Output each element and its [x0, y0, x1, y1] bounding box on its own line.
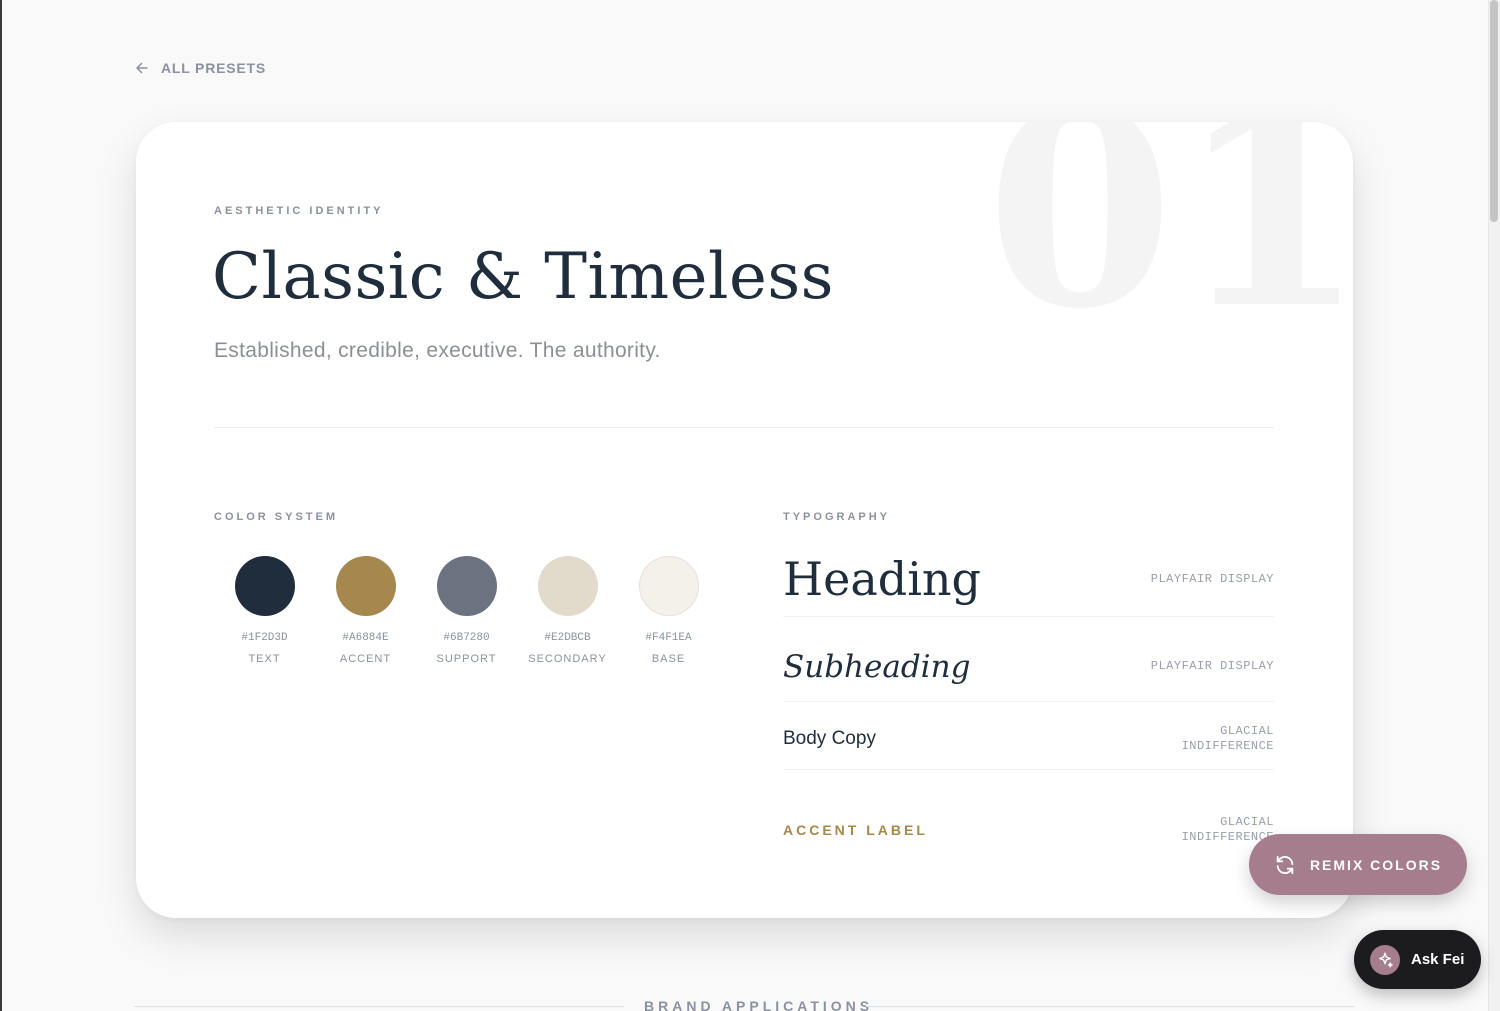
color-system-heading: COLOR SYSTEM [214, 511, 339, 523]
font-name: PLAYFAIR DISPLAY [1150, 571, 1274, 586]
swatch-circle[interactable] [436, 556, 497, 616]
heading-sample: Heading [783, 552, 981, 606]
ask-fei-avatar [1370, 944, 1400, 975]
swatch-base: #F4F1EA BASE [618, 556, 719, 665]
swatch-hex: #6B7280 [443, 632, 490, 644]
swatch-hex: #A6884E [342, 632, 389, 644]
swatch-hex: #1F2D3D [241, 632, 288, 644]
scrollbar-track[interactable] [1488, 0, 1500, 1011]
subheading-sample: Subheading [783, 648, 971, 685]
color-swatches: #1F2D3D TEXT #A6884E ACCENT #6B7280 SUPP… [214, 556, 719, 665]
swatch-circle[interactable] [335, 556, 396, 616]
swatch-circle[interactable] [537, 556, 598, 616]
swatch-circle[interactable] [234, 556, 295, 616]
section-divider-left [134, 1006, 624, 1007]
body-copy-sample: Body Copy [783, 727, 876, 749]
typography-row-heading: Heading PLAYFAIR DISPLAY [783, 542, 1274, 617]
typography-heading: TYPOGRAPHY [783, 511, 891, 523]
typography-row-body: Body Copy GLACIAL INDIFFERENCE [783, 708, 1274, 770]
ask-fei-label: Ask Fei [1411, 951, 1465, 968]
brand-applications-heading: BRAND APPLICATIONS [644, 998, 874, 1011]
window-left-edge [0, 0, 2, 1011]
swatch-role: SUPPORT [436, 653, 497, 665]
swatch-role: ACCENT [339, 653, 392, 665]
swatch-circle[interactable] [638, 556, 699, 616]
card-divider [214, 427, 1274, 428]
sparkle-icon [1379, 952, 1393, 967]
swatch-support: #6B7280 SUPPORT [416, 556, 517, 665]
preset-card: 01 AESTHETIC IDENTITY Classic & Timeless… [136, 122, 1353, 918]
section-divider-right [866, 1006, 1354, 1007]
typography-row-subheading: Subheading PLAYFAIR DISPLAY [783, 632, 1274, 702]
arrow-left-icon [136, 62, 148, 74]
refresh-icon [1276, 855, 1294, 874]
scrollbar-thumb[interactable] [1490, 0, 1498, 222]
font-name: GLACIAL INDIFFERENCE [1181, 815, 1274, 844]
all-presets-link[interactable]: ALL PRESETS [135, 60, 266, 76]
typography-row-accent: ACCENT LABEL GLACIAL INDIFFERENCE [783, 798, 1274, 862]
font-name: GLACIAL INDIFFERENCE [1181, 723, 1274, 753]
swatch-role: TEXT [248, 653, 281, 665]
all-presets-label: ALL PRESETS [161, 60, 267, 76]
preset-number: 01 [986, 122, 1353, 368]
remix-colors-label: REMIX COLORS [1309, 856, 1443, 873]
swatch-hex: #E2DBCB [544, 632, 591, 644]
accent-label-sample: ACCENT LABEL [783, 822, 928, 838]
swatch-secondary: #E2DBCB SECONDARY [517, 556, 618, 665]
font-name: PLAYFAIR DISPLAY [1150, 659, 1274, 673]
preset-title: Classic & Timeless [212, 240, 834, 314]
swatch-text: #1F2D3D TEXT [214, 556, 315, 665]
swatch-role: SECONDARY [528, 653, 607, 665]
swatch-hex: #F4F1EA [645, 632, 692, 644]
swatch-role: BASE [651, 653, 686, 665]
preset-subtitle: Established, credible, executive. The au… [214, 339, 661, 362]
ask-fei-button[interactable]: Ask Fei [1354, 930, 1481, 989]
remix-colors-button[interactable]: REMIX COLORS [1249, 834, 1467, 895]
swatch-accent: #A6884E ACCENT [315, 556, 416, 665]
preset-eyebrow: AESTHETIC IDENTITY [214, 205, 384, 217]
